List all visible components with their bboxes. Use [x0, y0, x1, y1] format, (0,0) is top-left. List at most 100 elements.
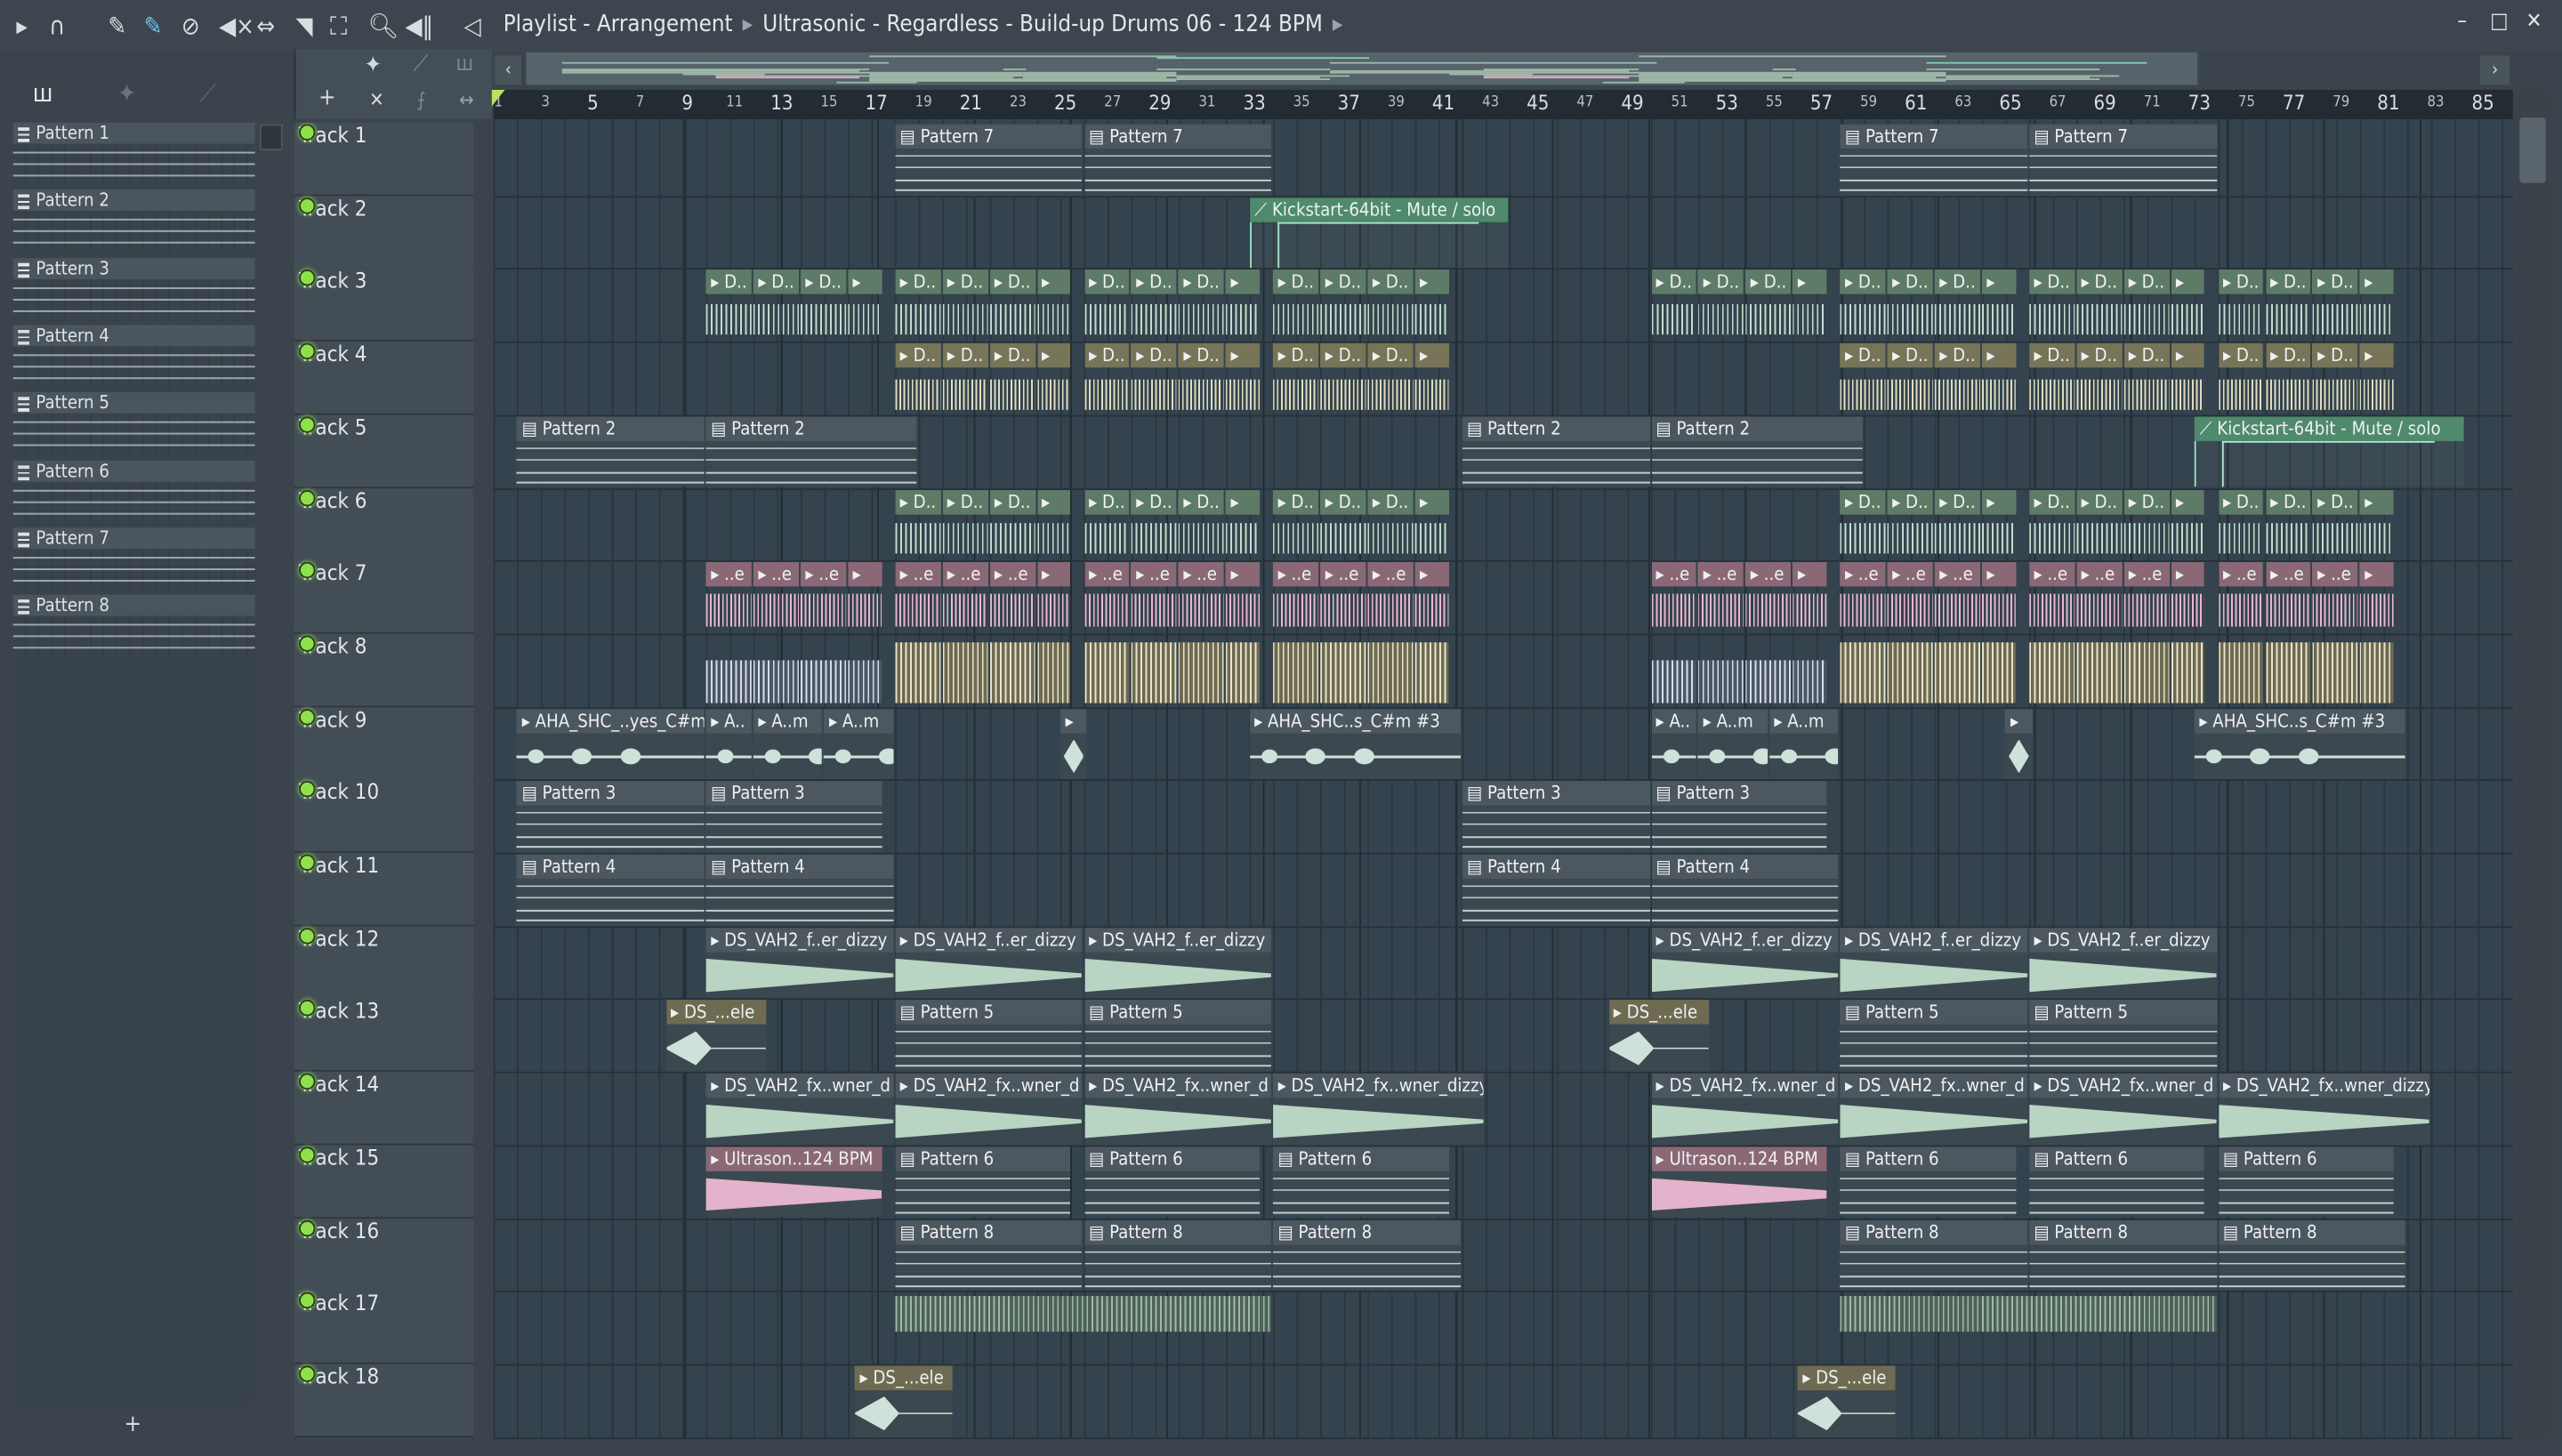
pattern-clip[interactable]: ▤ Pattern 7 [1084, 124, 1272, 196]
audio-clip[interactable] [2359, 635, 2394, 706]
audio-clip[interactable]: ▸ D.. [1934, 489, 1980, 560]
track-header[interactable]: Track 6 [294, 487, 474, 561]
audio-clip[interactable]: ▸ DS_VAH2_fx..wner_d [895, 1073, 1083, 1146]
audio-clip[interactable]: ▸ D.. [1887, 269, 1933, 342]
audio-clip[interactable]: ▸ D.. [989, 342, 1035, 414]
close-icon[interactable]: ✕ [369, 88, 384, 111]
audio-clip[interactable]: ▸ ..e [753, 562, 800, 633]
audio-clip[interactable]: ▸ D.. [1840, 269, 1886, 342]
audio-clip[interactable]: ▸ [1981, 489, 2016, 560]
add-pattern-button[interactable]: + [125, 1412, 141, 1437]
audio-clip[interactable]: ▸ [1060, 708, 1088, 780]
audio-clip[interactable]: ▸ A.. [705, 708, 752, 780]
pattern-list-item[interactable]: Pattern 6 [12, 460, 255, 525]
audio-clip[interactable]: ▸ ..e [1273, 562, 1319, 633]
audio-clip[interactable]: ▸ D.. [1840, 489, 1886, 560]
audio-clip[interactable]: ▸ DS_VAH2_f..er_dizzy [895, 927, 1083, 999]
audio-clip[interactable] [2076, 635, 2123, 706]
audio-clip[interactable]: ▸ ..e [2312, 562, 2358, 633]
pattern-clip[interactable]: ▤ Pattern 8 [1084, 1219, 1272, 1291]
audio-clip[interactable]: ▸ DS_VAH2_fx..wner_d [1651, 1073, 1839, 1146]
pattern-clip[interactable]: ▤ Pattern 8 [2218, 1219, 2406, 1291]
audio-clip[interactable]: ▸ D.. [2028, 489, 2075, 560]
audio-clip[interactable]: ▸ D.. [2028, 342, 2075, 414]
pattern-clip[interactable]: ▤ Pattern 6 [2028, 1146, 2205, 1219]
audio-clip[interactable]: ▸ ..e [800, 562, 847, 633]
audio-clip[interactable]: ▸ D.. [800, 269, 847, 342]
add-track-button[interactable]: + [318, 85, 335, 111]
audio-clip[interactable]: ▸ D.. [2312, 269, 2358, 342]
pattern-list-item[interactable]: Pattern 1 [12, 122, 255, 188]
audio-clip[interactable]: ▸ D.. [1934, 342, 1980, 414]
audio-clip[interactable] [1793, 635, 1827, 706]
paint-icon[interactable]: ✎ [144, 12, 163, 41]
track-header[interactable]: Track 15 [294, 1145, 474, 1219]
track-header[interactable]: Track 3 [294, 268, 474, 342]
audio-clip[interactable]: ▸ D.. [1178, 342, 1225, 414]
audio-clip[interactable]: ▸ D.. [895, 489, 941, 560]
track-header[interactable]: Track 9 [294, 706, 474, 781]
audio-clip[interactable]: ▸ D.. [989, 269, 1035, 342]
audio-clip[interactable]: ▸ D.. [1131, 342, 1177, 414]
track-mute-led[interactable] [299, 1365, 316, 1382]
audio-clip[interactable]: ▸ [848, 269, 882, 342]
audio-clip[interactable]: ▸ Ultrason..124 BPM [705, 1146, 882, 1219]
audio-clip[interactable]: ▸ DS_VAH2_fx..wner_d [705, 1073, 894, 1146]
audio-clip[interactable] [1414, 635, 1449, 706]
audio-clip[interactable]: ▸ [1225, 269, 1260, 342]
audio-clip[interactable]: ▸ D.. [1273, 269, 1319, 342]
audio-clip[interactable]: ▸ DS_...ele [855, 1365, 953, 1437]
audio-clip[interactable]: ▸ [1225, 342, 1260, 414]
vertical-scrollbar[interactable] [2516, 90, 2550, 1440]
audio-clip[interactable] [895, 635, 941, 706]
audio-clip[interactable]: ▸ [2171, 489, 2205, 560]
track-mute-led[interactable] [299, 1073, 316, 1090]
speaker-icon[interactable]: ◁ [464, 12, 481, 41]
audio-clip[interactable] [895, 1292, 1272, 1363]
audio-clip[interactable]: ▸ D.. [1084, 269, 1130, 342]
audio-clip[interactable] [705, 635, 752, 706]
audio-clip[interactable]: ▸ DS_VAH2_f..er_dizzy [1840, 927, 2028, 999]
pattern-clip[interactable]: ▤ Pattern 7 [2028, 124, 2217, 196]
audio-clip[interactable]: ▸ D.. [2265, 342, 2311, 414]
audio-clip[interactable]: ▸ D.. [1131, 489, 1177, 560]
audio-clip[interactable]: ▸ DS_...ele [665, 1000, 766, 1073]
pattern-clip[interactable]: ▤ Pattern 8 [1840, 1219, 2028, 1291]
audio-clip[interactable]: ▸ ..e [1320, 562, 1366, 633]
audio-clip[interactable]: ▸ D.. [2218, 342, 2264, 414]
audio-clip[interactable]: ▸ DS_VAH2_fx..wner_dizzy [1273, 1073, 1485, 1146]
audio-clip[interactable] [800, 635, 847, 706]
audio-clip[interactable]: ▸ [1414, 269, 1449, 342]
audio-clip[interactable]: ▸ D.. [2265, 489, 2311, 560]
audio-clip[interactable]: ▸ D.. [2123, 342, 2170, 414]
automation-filter-icon[interactable]: ⟋ [414, 52, 429, 77]
audio-clip[interactable]: ▸ [1036, 489, 1071, 560]
audio-clip[interactable]: ▸ ..e [1745, 562, 1792, 633]
automation-clip[interactable]: ⟋ Kickstart-64bit - Mute / solo [1249, 197, 1508, 269]
audio-clip[interactable]: ▸ A.. [1651, 708, 1697, 780]
audio-clip[interactable]: ▸ D.. [1084, 342, 1130, 414]
audio-clip[interactable]: ▸ ..e [1651, 562, 1697, 633]
audio-clip[interactable]: ▸ DS_VAH2_f..er_dizzy [2028, 927, 2217, 999]
track-mute-led[interactable] [299, 489, 316, 506]
pattern-clip[interactable]: ▤ Pattern 4 [1462, 854, 1650, 926]
pattern-list-item[interactable]: Pattern 2 [12, 189, 255, 255]
audio-clip[interactable]: ▸ DS_VAH2_fx..wner_d [1084, 1073, 1272, 1146]
track-header[interactable]: Track 13 [294, 998, 474, 1073]
pencil-icon[interactable]: ✎ [108, 12, 126, 41]
stretch-icon[interactable]: ↔ [459, 88, 474, 111]
audio-clip[interactable]: ▸ ..e [2265, 562, 2311, 633]
maximize-button[interactable]: □ [2490, 10, 2508, 35]
audio-clip[interactable]: ▸ D.. [1887, 342, 1933, 414]
pattern-clip[interactable]: ▤ Pattern 5 [1840, 1000, 2028, 1073]
pattern-clip[interactable]: ▤ Pattern 2 [1462, 415, 1650, 488]
audio-clip[interactable] [1131, 635, 1177, 706]
audio-clip[interactable]: ▸ AHA_SHC..s_C#m #3 [1249, 708, 1461, 780]
track-header[interactable]: Track 16 [294, 1218, 474, 1291]
audio-clip[interactable] [2218, 635, 2264, 706]
audio-clip[interactable] [2265, 635, 2311, 706]
scroll-left-button[interactable]: ‹ [495, 55, 521, 85]
audio-clip[interactable]: ▸ D.. [2312, 489, 2358, 560]
audio-clip[interactable] [989, 635, 1035, 706]
pattern-clip[interactable]: ▤ Pattern 7 [895, 124, 1083, 196]
